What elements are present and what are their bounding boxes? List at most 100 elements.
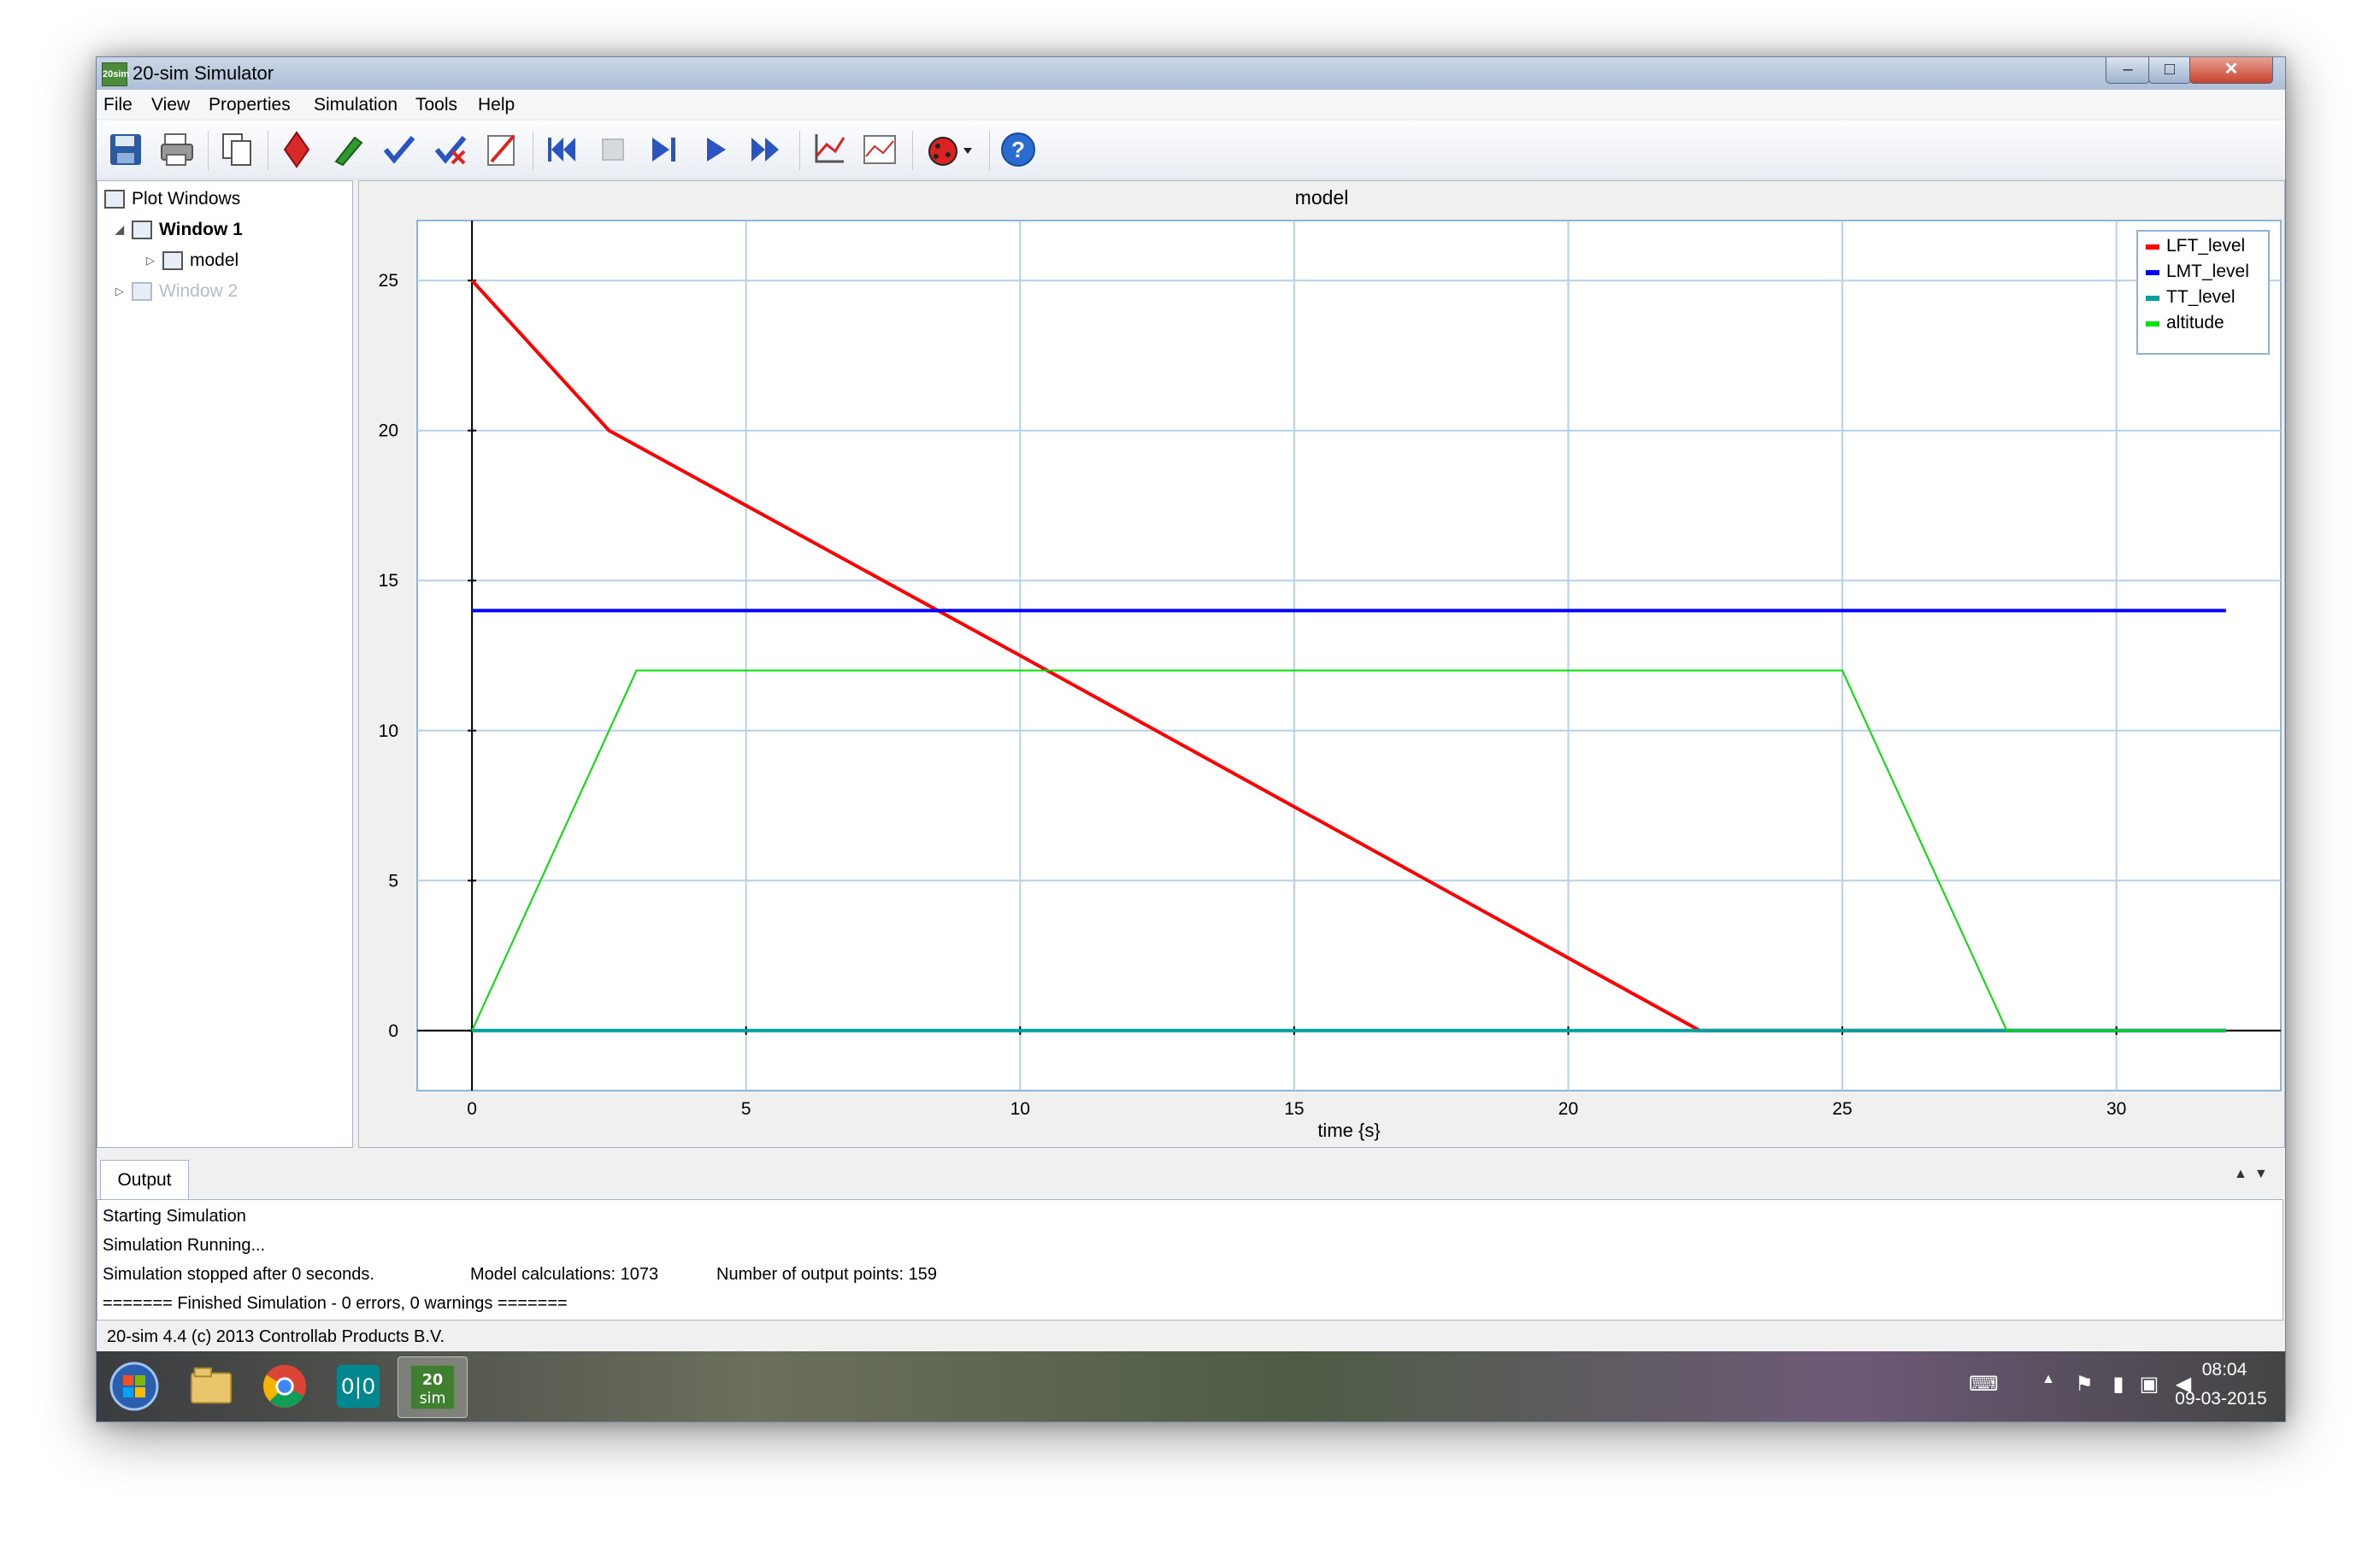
svg-text:sim: sim [420, 1390, 446, 1407]
arduino-icon[interactable]: 0|0 [324, 1356, 392, 1416]
menu-bar: File View Properties Simulation Tools He… [97, 90, 2285, 119]
y-tick-label: 0 [388, 1021, 398, 1041]
step-icon[interactable] [644, 129, 685, 170]
minimize-button[interactable]: – [2106, 57, 2150, 84]
svg-text:?: ? [1011, 137, 1025, 162]
start-button[interactable] [100, 1356, 168, 1416]
legend-label: altitude [2166, 313, 2224, 332]
show-hidden-icons[interactable]: ▲ [2035, 1372, 2061, 1397]
x-tick-label: 5 [741, 1099, 751, 1119]
y-tick-label: 10 [379, 721, 398, 741]
output-points: Number of output points: 159 [716, 1265, 937, 1284]
tree-item-model[interactable]: ▷ model [144, 248, 239, 274]
check-cross-icon[interactable] [430, 129, 471, 170]
svg-text:20: 20 [422, 1372, 443, 1389]
tree-item-model-label: model [190, 250, 239, 270]
menu-view[interactable]: View [151, 95, 190, 115]
x-tick-label: 20 [1558, 1099, 1578, 1119]
twenty-sim-taskbar-icon[interactable]: 20 sim [398, 1356, 468, 1418]
legend-label: LMT_level [2166, 262, 2249, 281]
x-tick-label: 30 [2106, 1099, 2126, 1119]
legend-swatch [2146, 244, 2159, 250]
legend-swatch [2146, 270, 2159, 275]
x-tick-label: 0 [467, 1099, 477, 1119]
play-icon[interactable] [695, 129, 736, 170]
print-icon[interactable] [156, 129, 197, 170]
tree-item-window-2-label: Window 2 [159, 281, 239, 301]
model-calculations: Model calculations: 1073 [470, 1265, 659, 1284]
plot-area [416, 220, 2282, 1091]
app-icon: 20sim [102, 62, 129, 86]
panel-resize-arrows[interactable]: ▲▼ [2234, 1167, 2275, 1182]
stop-icon[interactable] [592, 129, 633, 170]
plot-panel: model 0 5 10 15 20 25 30 0 5 10 15 20 25 time {s} LFT_… [358, 180, 2285, 1148]
action-center-flag-icon[interactable]: ⚑ [2071, 1372, 2097, 1397]
status-bar: 20-sim 4.4 (c) 2013 Controllab Products … [97, 1324, 2285, 1351]
toolbar: ? [97, 121, 2285, 179]
window-icon [132, 282, 152, 301]
y-tick-label: 5 [388, 871, 398, 891]
output-panel: Starting Simulation Simulation Running..… [97, 1199, 2283, 1321]
svg-text:0|0: 0|0 [341, 1374, 375, 1399]
collapsed-arrow-icon[interactable]: ▷ [144, 254, 157, 268]
rewind-icon[interactable] [541, 129, 582, 170]
legend-label: LFT_level [2166, 236, 2245, 256]
diamond-icon[interactable] [276, 129, 317, 170]
fast-forward-icon[interactable] [746, 129, 787, 170]
plot-properties-icon[interactable] [859, 129, 900, 170]
status-text: 20-sim 4.4 (c) 2013 Controllab Products … [107, 1327, 445, 1346]
tree-item-window-2[interactable]: ▷ Window 2 [113, 279, 238, 304]
x-axis-label: time {s} [1317, 1120, 1380, 1141]
edit-icon[interactable] [481, 129, 522, 170]
plot-icon [162, 251, 183, 270]
clock-time[interactable]: 08:04 [2169, 1360, 2280, 1380]
plot-windows-tree: Plot Windows ◢ Window 1 ▷ model ▷ Window… [97, 180, 353, 1148]
tree-root[interactable]: Plot Windows [104, 186, 240, 212]
tree-item-window-1[interactable]: ◢ Window 1 [113, 217, 243, 243]
maximize-button[interactable]: □ [2148, 57, 2191, 84]
window-title: 20-sim Simulator [133, 62, 274, 84]
y-tick-label: 20 [379, 421, 398, 441]
legend-swatch [2146, 296, 2159, 301]
menu-tools[interactable]: Tools [415, 95, 457, 115]
debug-ladybug-icon[interactable] [921, 129, 982, 170]
taskbar: 0|0 20 sim ⌨ ▲ ⚑ ▮ ▣ ◀ 08:04 09-03-2015 [97, 1351, 2285, 1421]
save-icon[interactable] [105, 129, 146, 170]
tree-root-label: Plot Windows [132, 189, 241, 209]
y-tick-label: 25 [379, 271, 398, 291]
tab-output[interactable]: Output [100, 1160, 189, 1200]
explorer-icon[interactable] [177, 1356, 245, 1416]
simulator-window: 20sim 20-sim Simulator – □ ✕ File View P… [96, 56, 2286, 1422]
tree-item-window-1-label: Window 1 [159, 220, 243, 239]
menu-simulation[interactable]: Simulation [314, 95, 398, 115]
x-tick-label: 10 [1010, 1099, 1030, 1119]
keyboard-icon[interactable]: ⌨ [1969, 1372, 1999, 1397]
pencil-icon[interactable] [327, 129, 368, 170]
collapsed-arrow-icon[interactable]: ▷ [113, 285, 127, 298]
x-tick-label: 15 [1284, 1099, 1304, 1119]
plot-windows-icon [104, 190, 125, 209]
close-button[interactable]: ✕ [2189, 57, 2273, 84]
help-icon[interactable]: ? [998, 129, 1039, 170]
output-line: Simulation stopped after 0 seconds. [103, 1265, 374, 1284]
battery-icon[interactable]: ▮ [2106, 1372, 2131, 1397]
chrome-icon[interactable] [250, 1356, 319, 1416]
output-line: Simulation Running... [103, 1236, 266, 1255]
copy-icon[interactable] [216, 129, 257, 170]
expanded-arrow-icon[interactable]: ◢ [113, 223, 127, 237]
output-line: ======= Finished Simulation - 0 errors, … [103, 1294, 568, 1313]
y-tick-label: 15 [379, 571, 398, 591]
axis-icon[interactable] [808, 129, 849, 170]
legend-swatch [2146, 321, 2159, 327]
menu-properties[interactable]: Properties [209, 95, 291, 115]
window-icon [132, 221, 152, 239]
menu-help[interactable]: Help [478, 95, 515, 115]
chart[interactable]: 0 5 10 15 20 25 30 0 5 10 15 20 25 time {s} LFT_level L… [359, 181, 2284, 1147]
output-line: Starting Simulation [103, 1207, 246, 1226]
legend-label: TT_level [2166, 287, 2236, 307]
clock-date[interactable]: 09-03-2015 [2157, 1389, 2285, 1409]
x-tick-label: 25 [1832, 1099, 1852, 1119]
check-icon[interactable] [379, 129, 420, 170]
menu-file[interactable]: File [103, 95, 133, 115]
title-bar[interactable]: 20sim 20-sim Simulator – □ ✕ [97, 57, 2285, 90]
